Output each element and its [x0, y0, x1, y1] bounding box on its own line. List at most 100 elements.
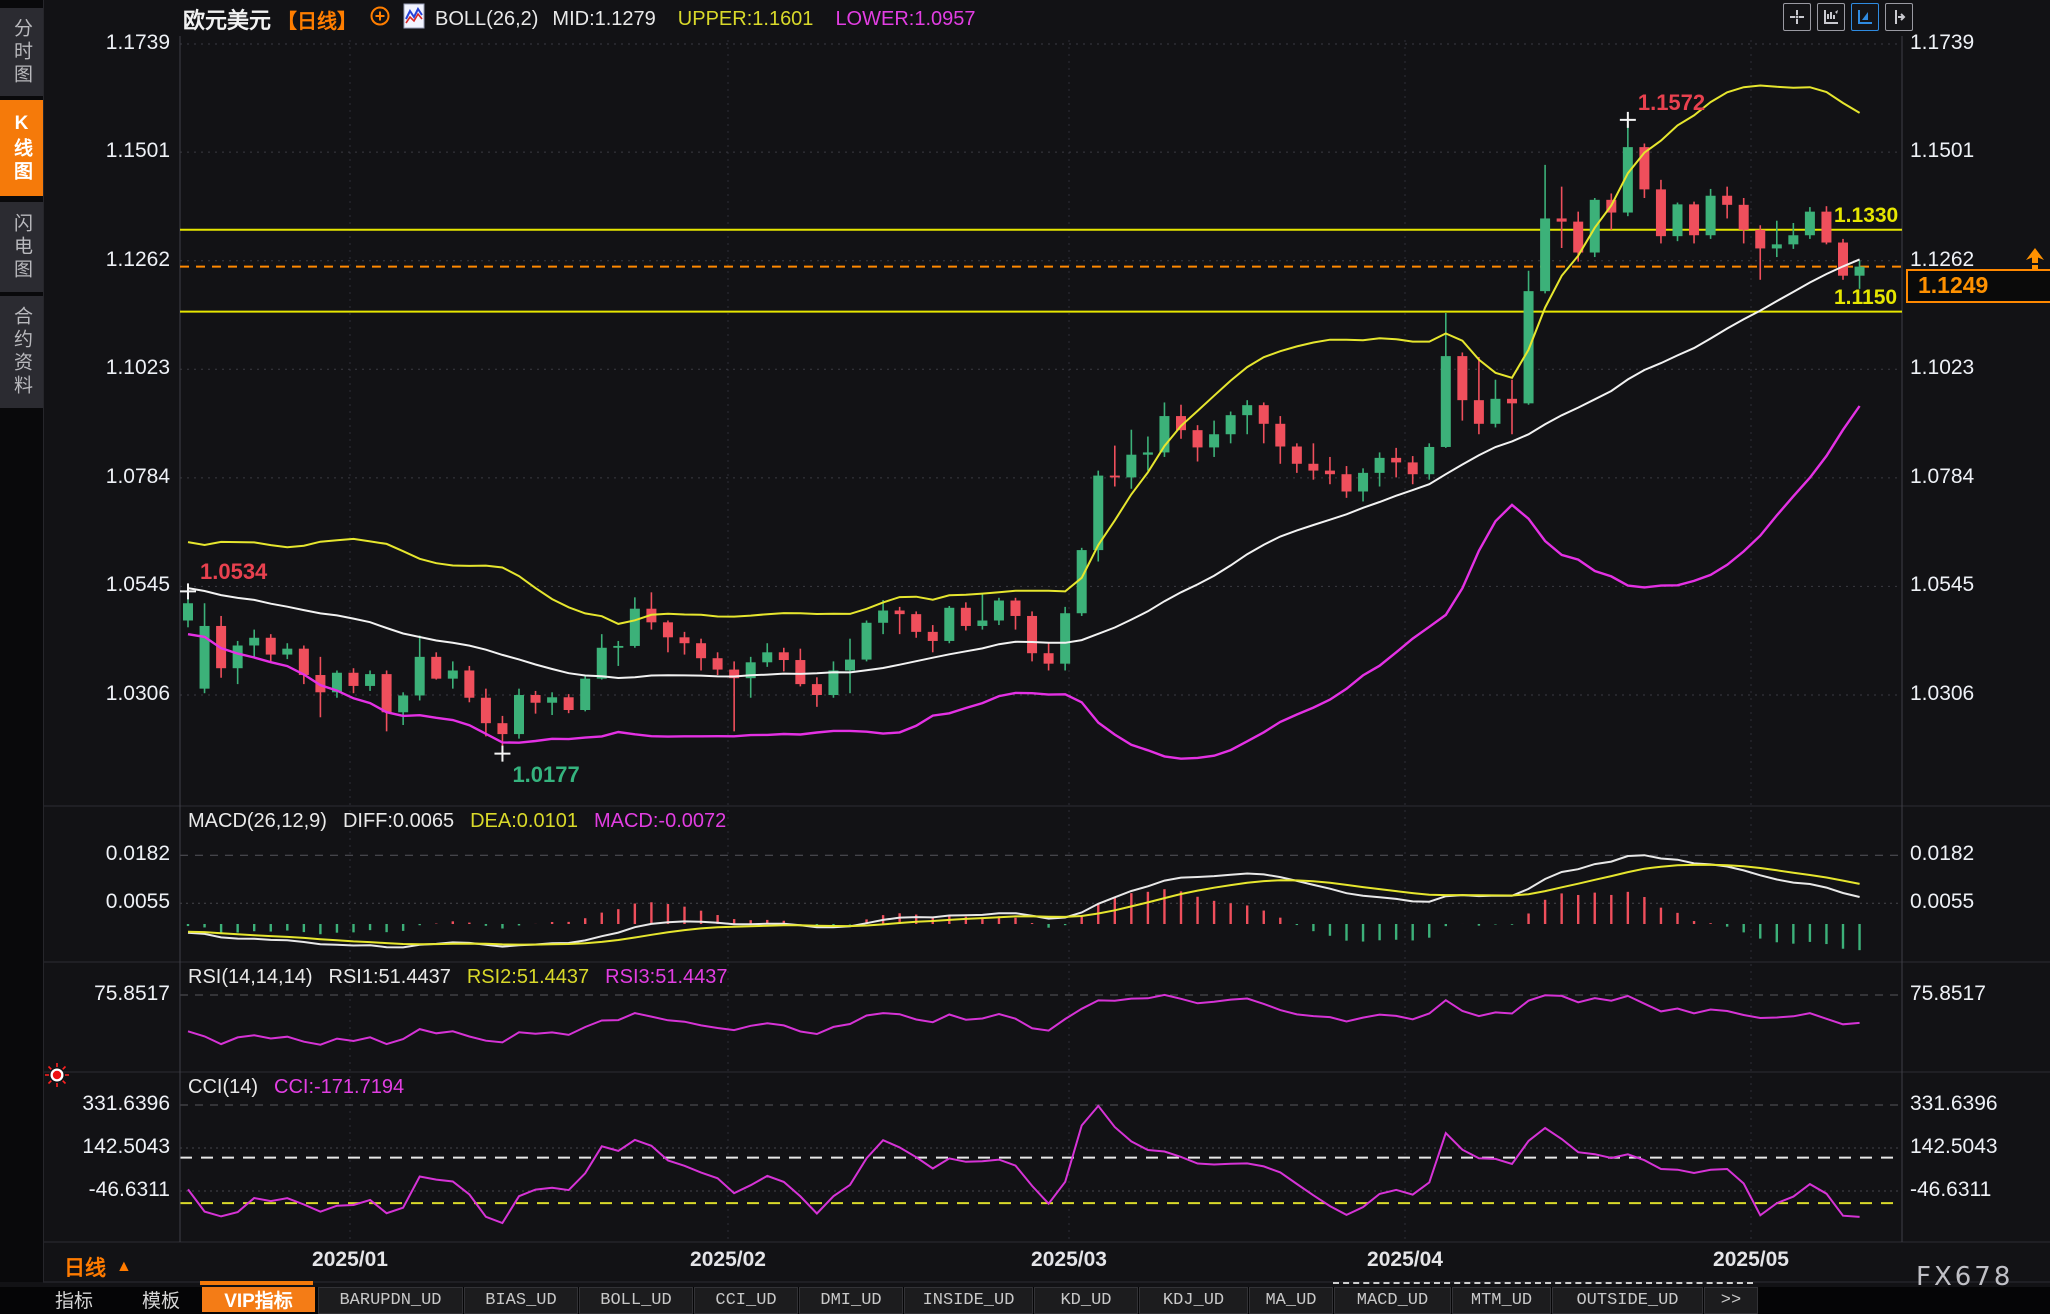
macd-panel — [188, 855, 1860, 950]
sidebar: 分时图K线图闪电图合约资料 — [0, 0, 44, 1282]
level-label-1.1150: 1.1150 — [1834, 286, 1897, 310]
sidebar-item-2[interactable]: K线图 — [0, 100, 43, 196]
extreme-price-label: 1.0534 — [200, 559, 267, 585]
rsi-header: RSI(14,14,14) RSI1:51.4437 RSI2:51.4437 RSI… — [188, 966, 728, 989]
tab-MA_UD[interactable]: MA_UD — [1249, 1287, 1333, 1314]
level-label-1.1330: 1.1330 — [1834, 204, 1898, 228]
chart-type-icon[interactable] — [403, 3, 425, 35]
trading-app: 分时图K线图闪电图合约资料 欧元美元 【日线】 BOLL(26,2) MID:1… — [0, 0, 2050, 1314]
macd-diff-value: DIFF:0.0065 — [343, 810, 454, 833]
cci-axis-label-left: -46.6311 — [40, 1178, 170, 1202]
y-axis-label-left: 1.0784 — [40, 465, 170, 489]
y-axis-label-left: 1.1501 — [40, 139, 170, 163]
triangle-up-icon: ▲ — [116, 1258, 132, 1276]
tab-INSIDE_UD[interactable]: INSIDE_UD — [904, 1287, 1033, 1314]
y-axis-label-right: 1.0784 — [1910, 465, 1974, 489]
macd-axis-label-left: 0.0055 — [40, 890, 170, 914]
axis-play-icon[interactable] — [1851, 3, 1879, 31]
sidebar-item-4[interactable]: 合约资料 — [0, 296, 43, 408]
rsi2-value: RSI2:51.4437 — [467, 966, 589, 989]
boll-upper-line — [188, 86, 1860, 624]
macd-diff-line — [188, 855, 1860, 947]
axis-bars-icon[interactable] — [1817, 3, 1845, 31]
cci-line — [188, 1106, 1860, 1223]
y-axis-label-right: 1.0545 — [1910, 573, 1974, 597]
rsi3-value: RSI3:51.4437 — [605, 966, 727, 989]
pan-crosshair-icon[interactable] — [1783, 3, 1811, 31]
tab-CCI_UD[interactable]: CCI_UD — [694, 1287, 798, 1314]
x-axis-label: 2025/05 — [1713, 1248, 1789, 1272]
circle-plus-icon[interactable] — [369, 5, 391, 33]
x-axis-label: 2025/02 — [690, 1248, 766, 1272]
watermark: FX678 — [1916, 1262, 2013, 1292]
tab-VIP指标[interactable]: VIP指标 — [202, 1287, 315, 1312]
tab->>[interactable]: >> — [1704, 1287, 1758, 1314]
macd-axis-label-left: 0.0182 — [40, 842, 170, 866]
cci-value: CCI:-171.7194 — [274, 1076, 404, 1099]
cci-axis-label-left: 331.6396 — [40, 1092, 170, 1116]
cci-axis-label-left: 142.5043 — [40, 1135, 170, 1159]
tab-MTM_UD[interactable]: MTM_UD — [1452, 1287, 1551, 1314]
macd-dea-value: DEA:0.0101 — [470, 810, 578, 833]
extreme-price-label: 1.1572 — [1638, 90, 1705, 116]
macd-title: MACD(26,12,9) — [188, 810, 327, 833]
cci-axis-label-right: -46.6311 — [1910, 1178, 1991, 1202]
boll-lower-line — [188, 406, 1860, 759]
scrollbar-thumb[interactable] — [200, 1281, 313, 1285]
boll-mid-value: MID:1.1279 — [552, 8, 655, 31]
boll-upper-value: UPPER:1.1601 — [678, 8, 814, 31]
rsi-title: RSI(14,14,14) — [188, 966, 313, 989]
axis-shift-icon[interactable] — [1885, 3, 1913, 31]
y-axis-label-right: 1.0306 — [1910, 682, 1974, 706]
tab-指标[interactable]: 指标 — [30, 1287, 118, 1312]
cci-title: CCI(14) — [188, 1076, 258, 1099]
symbol-name: 欧元美元 — [183, 3, 271, 35]
y-axis-label-right: 1.1501 — [1910, 139, 1974, 163]
x-axis-label: 2025/04 — [1367, 1248, 1443, 1272]
extreme-price-label: 1.0177 — [512, 762, 579, 788]
y-axis-label-right: 1.1739 — [1910, 31, 1974, 55]
tab-OUTSIDE_UD[interactable]: OUTSIDE_UD — [1552, 1287, 1703, 1314]
candles-group — [183, 120, 1865, 754]
indicator-tabbar: 指标模板VIP指标BARUPDN_UDBIAS_UDBOLL_UDCCI_UDD… — [0, 1287, 2050, 1314]
macd-value: MACD:-0.0072 — [594, 810, 726, 833]
tab-KDJ_UD[interactable]: KDJ_UD — [1139, 1287, 1248, 1314]
period-tag[interactable]: 【日线】 — [277, 5, 357, 34]
tab-KD_UD[interactable]: KD_UD — [1034, 1287, 1138, 1314]
sidebar-item-1[interactable]: 分时图 — [0, 8, 43, 96]
macd-axis-label-right: 0.0182 — [1910, 842, 1974, 866]
boll-lower-value: LOWER:1.0957 — [835, 8, 975, 31]
rsi-panel — [188, 995, 1860, 1045]
chart-header: 欧元美元 【日线】 BOLL(26,2) MID:1.1279 UPPER:1.… — [183, 4, 976, 34]
tab-BOLL_UD[interactable]: BOLL_UD — [579, 1287, 693, 1314]
y-axis-label-left: 1.0306 — [40, 682, 170, 706]
macd-header: MACD(26,12,9) DIFF:0.0065 DEA:0.0101 MACD:-… — [188, 810, 726, 833]
last-price-value: 1.1249 — [1918, 272, 1988, 298]
cci-axis-label-right: 142.5043 — [1910, 1135, 1998, 1159]
cci-panel — [188, 1106, 1860, 1223]
period-selector[interactable]: 日线 ▲ — [64, 1252, 132, 1282]
scrollbar-track[interactable] — [1333, 1282, 1753, 1284]
tab-MACD_UD[interactable]: MACD_UD — [1334, 1287, 1451, 1314]
y-axis-label-left: 1.1739 — [40, 31, 170, 55]
y-axis-label-right: 1.1023 — [1910, 356, 1974, 380]
rsi-line — [188, 995, 1860, 1045]
tab-模板[interactable]: 模板 — [122, 1287, 200, 1312]
y-axis-label-left: 1.0545 — [40, 573, 170, 597]
y-axis-label-left: 1.1262 — [40, 248, 170, 272]
period-text: 日线 — [64, 1252, 106, 1282]
boll-mid-line — [188, 259, 1860, 678]
rsi-axis-label-left: 75.8517 — [40, 982, 170, 1006]
extreme-cross-icon — [1620, 112, 1636, 128]
cci-axis-label-right: 331.6396 — [1910, 1092, 1998, 1116]
sidebar-item-3[interactable]: 闪电图 — [0, 202, 43, 292]
cci-header: CCI(14) CCI:-171.7194 — [188, 1076, 404, 1099]
alert-blink-icon — [44, 1062, 70, 1088]
tab-BARUPDN_UD[interactable]: BARUPDN_UD — [318, 1287, 463, 1314]
macd-axis-label-right: 0.0055 — [1910, 890, 1974, 914]
rsi-axis-label-right: 75.8517 — [1910, 982, 1986, 1006]
rsi1-value: RSI1:51.4437 — [329, 966, 451, 989]
tab-BIAS_UD[interactable]: BIAS_UD — [464, 1287, 578, 1314]
tab-DMI_UD[interactable]: DMI_UD — [799, 1287, 903, 1314]
extreme-cross-icon — [180, 583, 196, 599]
